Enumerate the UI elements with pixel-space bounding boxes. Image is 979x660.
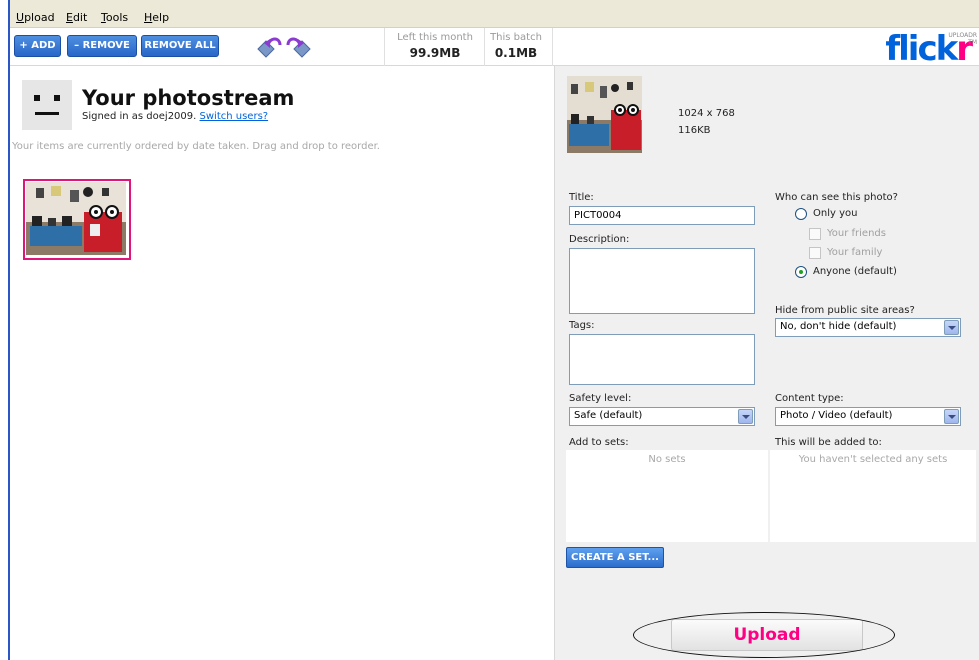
chevron-down-icon (944, 320, 959, 335)
photo-dimensions: 1024 x 768 (678, 108, 735, 119)
toolbar-divider (484, 28, 485, 66)
logo-tm-text: TM (968, 39, 977, 46)
photo-file-size: 116KB (678, 125, 711, 136)
only-you-radio[interactable] (795, 208, 807, 220)
menu-bar: Upload Edit Tools Help (10, 0, 979, 28)
sets-list[interactable]: No sets (566, 450, 768, 542)
title-input[interactable]: PICT0004 (569, 206, 755, 225)
remove-all-button[interactable]: REMOVE ALL (141, 35, 219, 57)
photo-preview (567, 76, 642, 153)
menu-tools[interactable]: Tools (101, 11, 128, 24)
menu-help[interactable]: Help (144, 11, 169, 24)
added-to-label: This will be added to: (775, 437, 882, 448)
friends-label: Your friends (827, 228, 886, 239)
logo-uploadr-text: UPLOADR (948, 32, 977, 39)
no-selected-sets-text: You haven't selected any sets (798, 454, 948, 465)
safety-level-select[interactable]: Safe (default) (569, 407, 755, 426)
toolbar: + ADD – REMOVE REMOVE ALL Left this mont… (10, 28, 979, 66)
only-you-label: Only you (813, 208, 858, 219)
menu-upload[interactable]: Upload (16, 11, 55, 24)
buddy-icon-avatar (22, 80, 72, 130)
content-type-select[interactable]: Photo / Video (default) (775, 407, 961, 426)
left-this-month-value: 99.9MB (409, 46, 461, 60)
avatar-eye (34, 95, 40, 101)
avatar-eye (54, 95, 60, 101)
chevron-down-icon (738, 409, 753, 424)
no-sets-text: No sets (648, 454, 686, 465)
tags-label: Tags: (569, 320, 595, 331)
photo-thumbnail-image (26, 182, 126, 255)
anyone-label: Anyone (default) (813, 266, 897, 277)
remove-button[interactable]: – REMOVE (67, 35, 137, 57)
window-left-border (8, 0, 10, 660)
add-button[interactable]: + ADD (14, 35, 61, 57)
ordering-hint: Your items are currently ordered by date… (12, 141, 380, 152)
privacy-label: Who can see this photo? (775, 192, 898, 203)
family-label: Your family (827, 247, 883, 258)
switch-users-link[interactable]: Switch users? (200, 111, 269, 122)
avatar-mouth (35, 112, 59, 115)
menu-edit[interactable]: Edit (66, 11, 87, 24)
photo-thumbnail[interactable] (23, 179, 131, 260)
page-title: Your photostream (82, 86, 295, 110)
signed-in-text: Signed in as doej2009. Switch users? (82, 111, 269, 122)
selected-sets-list[interactable]: You haven't selected any sets (770, 450, 976, 542)
friends-checkbox[interactable] (809, 228, 821, 240)
photo-preview-image (567, 76, 642, 153)
toolbar-divider (552, 28, 553, 66)
upload-button[interactable]: Upload (671, 619, 863, 651)
safety-level-label: Safety level: (569, 393, 632, 404)
rotate-right-icon[interactable] (284, 35, 314, 59)
add-to-sets-label: Add to sets: (569, 437, 629, 448)
photo-details-panel: 1024 x 768 116KB Title: PICT0004 Descrip… (554, 66, 979, 660)
this-batch-value: 0.1MB (494, 46, 538, 60)
left-this-month-label: Left this month (397, 32, 473, 43)
hide-public-label: Hide from public site areas? (775, 305, 915, 316)
this-batch-label: This batch (490, 32, 542, 43)
create-set-button[interactable]: CREATE A SET... (566, 547, 664, 568)
description-input[interactable] (569, 248, 755, 314)
anyone-radio[interactable] (795, 266, 807, 278)
description-label: Description: (569, 234, 630, 245)
content-type-label: Content type: (775, 393, 844, 404)
toolbar-divider (384, 28, 385, 66)
family-checkbox[interactable] (809, 247, 821, 259)
title-label: Title: (569, 192, 594, 203)
chevron-down-icon (944, 409, 959, 424)
hide-public-select[interactable]: No, don't hide (default) (775, 318, 961, 337)
rotate-left-icon[interactable] (254, 35, 284, 59)
tags-input[interactable] (569, 334, 755, 385)
